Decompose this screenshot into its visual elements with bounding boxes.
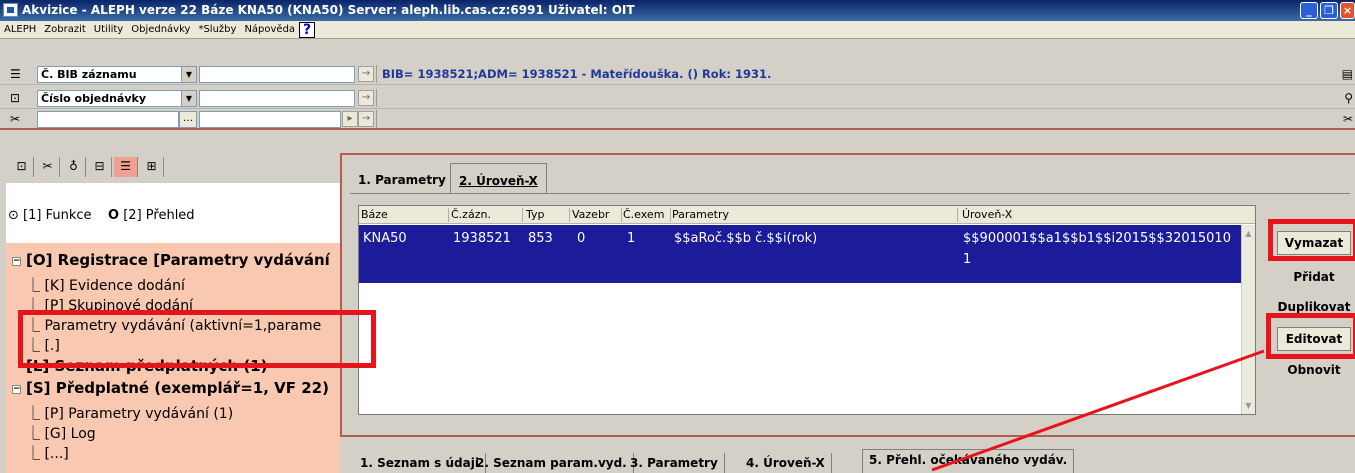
annotation-arrow — [931, 349, 1265, 472]
